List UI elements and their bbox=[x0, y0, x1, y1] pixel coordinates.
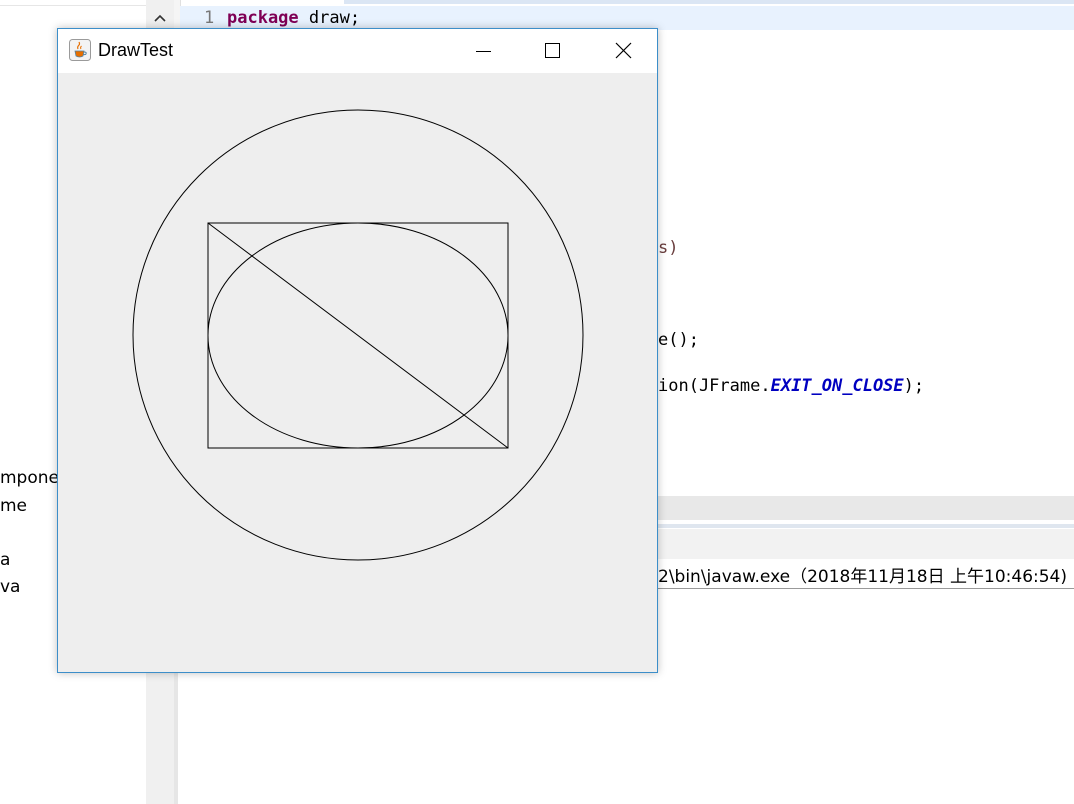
close-icon bbox=[615, 42, 632, 59]
drawtest-window[interactable]: DrawTest bbox=[57, 28, 658, 673]
maximize-button[interactable] bbox=[517, 29, 587, 73]
explorer-item-java-va[interactable]: va bbox=[0, 577, 20, 597]
args-fragment: s) bbox=[658, 238, 679, 258]
keyword-package: package bbox=[227, 8, 299, 28]
scroll-up-icon[interactable] bbox=[152, 10, 168, 26]
diagonal-line bbox=[207, 222, 509, 449]
line-number: 1 bbox=[204, 8, 215, 28]
code-fragment-args[interactable]: s) bbox=[658, 238, 678, 258]
editor-tab-strip bbox=[344, 0, 1074, 4]
java-cup-icon bbox=[69, 39, 91, 61]
code-line-1[interactable]: package draw; bbox=[227, 8, 360, 28]
editor-horizontal-scrollbar[interactable] bbox=[658, 496, 1074, 520]
window-titlebar[interactable]: DrawTest bbox=[58, 29, 657, 73]
console-launch-header: 2\bin\javaw.exe（2018年11月18日 上午10:46:54) bbox=[658, 562, 1074, 589]
code-fragment-close-operation[interactable]: ion(JFrame.EXIT_ON_CLOSE); bbox=[658, 376, 924, 396]
close-op-suffix: ); bbox=[903, 376, 925, 396]
minimize-button[interactable] bbox=[448, 29, 518, 73]
console-toolbar bbox=[658, 529, 1074, 559]
package-name: draw; bbox=[298, 8, 361, 28]
exit-on-close-constant: EXIT_ON_CLOSE bbox=[770, 376, 904, 396]
window-title: DrawTest bbox=[98, 40, 174, 60]
code-fragment-set-visible[interactable]: e(); bbox=[658, 330, 699, 350]
drawing-canvas bbox=[58, 73, 657, 672]
explorer-top-border bbox=[0, 0, 146, 6]
explorer-item-java-a[interactable]: a bbox=[0, 550, 10, 570]
close-op-prefix: ion(JFrame. bbox=[658, 376, 771, 396]
maximize-icon bbox=[545, 43, 560, 58]
minimize-icon bbox=[476, 51, 491, 52]
console-divider bbox=[658, 524, 1074, 528]
drawing-surface bbox=[132, 109, 584, 561]
explorer-item-component[interactable]: mpone bbox=[0, 468, 59, 488]
set-visible-fragment: e(); bbox=[658, 330, 699, 350]
close-button[interactable] bbox=[587, 29, 657, 73]
explorer-item-frame[interactable]: me bbox=[0, 496, 27, 516]
